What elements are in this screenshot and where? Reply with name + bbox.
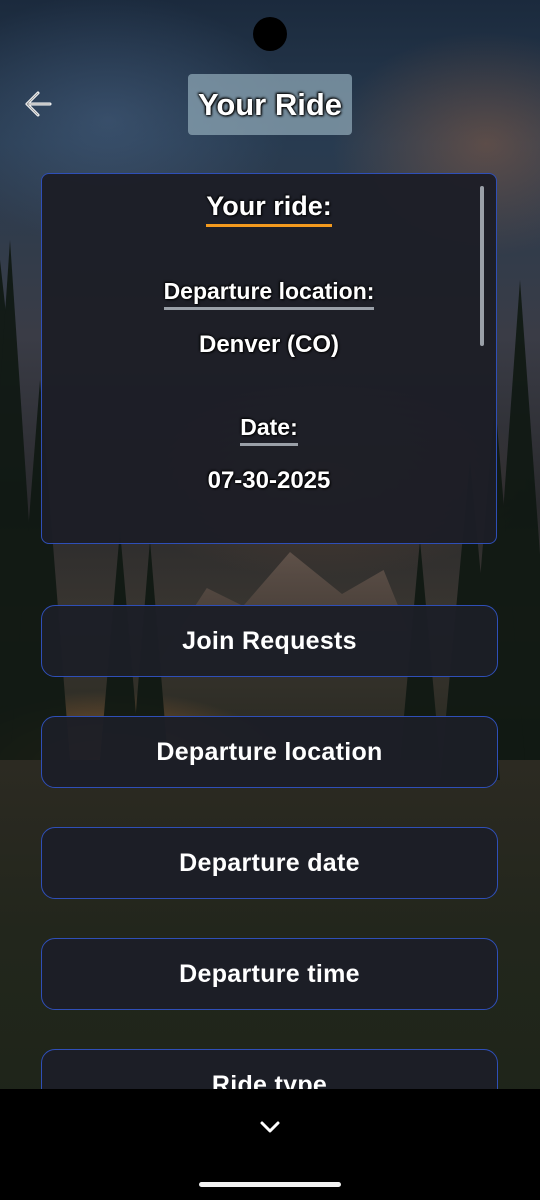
home-indicator[interactable] [199, 1182, 341, 1187]
departure-location-label-text: Departure location: [163, 278, 375, 310]
camera-cutout [253, 17, 287, 51]
ride-heading-text: Your ride: [206, 191, 332, 227]
page-title-pill: Your Ride [188, 74, 352, 135]
arrow-left-icon [22, 88, 54, 125]
departure-time-button[interactable]: Departure time [41, 938, 498, 1010]
date-label-text: Date: [240, 414, 298, 446]
departure-location-button[interactable]: Departure location [41, 716, 498, 788]
page-title: Your Ride [197, 86, 343, 122]
app-screen: Your Ride Your ride: Departure location:… [0, 0, 540, 1200]
departure-location-value: Denver (CO) [198, 331, 340, 358]
collapse-button[interactable] [250, 1109, 290, 1149]
date-label: Date: [42, 414, 496, 446]
back-button[interactable] [18, 86, 58, 126]
ride-heading: Your ride: [42, 191, 496, 227]
departure-date-button[interactable]: Departure date [41, 827, 498, 899]
join-requests-button[interactable]: Join Requests [41, 605, 498, 677]
ride-details-card[interactable]: Your ride: Departure location: Denver (C… [41, 173, 497, 544]
chevron-down-icon [258, 1115, 282, 1144]
bottom-navigation-bar [0, 1089, 540, 1200]
departure-location-label: Departure location: [42, 278, 496, 310]
date-value: 07-30-2025 [207, 467, 331, 494]
